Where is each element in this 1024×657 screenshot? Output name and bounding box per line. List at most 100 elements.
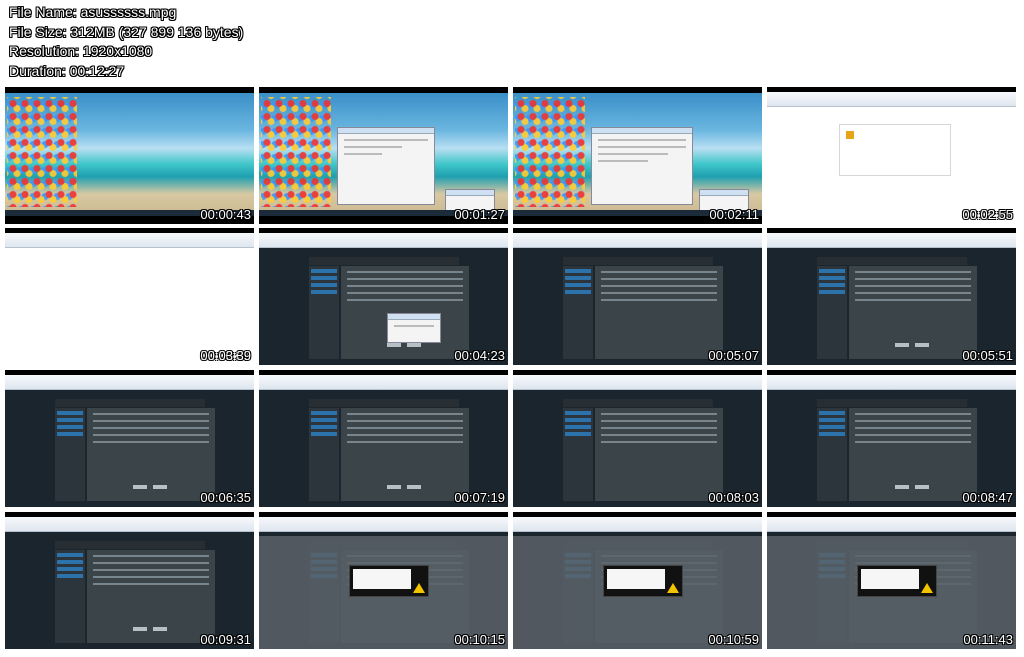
dialog-window xyxy=(591,127,693,205)
alert-box xyxy=(349,565,429,597)
router-main-panel xyxy=(87,550,215,643)
router-header xyxy=(309,257,459,265)
timestamp: 00:08:47 xyxy=(962,490,1013,505)
router-sidebar xyxy=(817,408,847,501)
browser-toolbar xyxy=(767,233,1016,248)
video-thumbnail: 00:09:31 xyxy=(5,512,254,649)
timestamp: 00:06:35 xyxy=(200,490,251,505)
router-admin-page xyxy=(513,233,762,365)
router-main-panel xyxy=(849,266,977,359)
video-thumbnail: 00:08:03 xyxy=(513,370,762,507)
back-button[interactable] xyxy=(133,627,147,631)
next-button[interactable] xyxy=(407,485,421,489)
router-admin-page xyxy=(513,517,762,649)
browser-window xyxy=(767,92,1016,224)
router-admin-page xyxy=(259,517,508,649)
video-thumbnail: 00:03:39 xyxy=(5,228,254,365)
video-thumbnail: 00:00:43 xyxy=(5,87,254,224)
next-button[interactable] xyxy=(153,485,167,489)
timestamp: 00:10:15 xyxy=(454,632,505,647)
router-sidebar xyxy=(55,408,85,501)
timestamp: 00:05:07 xyxy=(708,348,759,363)
browser-toolbar xyxy=(513,375,762,390)
router-sidebar xyxy=(309,266,339,359)
router-sidebar xyxy=(309,408,339,501)
thumbnail-grid: 00:00:43 00:01:27 00:02:11 00:02:55 00:03:39… xyxy=(5,87,1019,649)
alert-box xyxy=(603,565,683,597)
router-admin-page xyxy=(259,233,508,365)
dialog-window xyxy=(337,127,435,205)
file-info: File Name: asussssss.mpg File Size: 312M… xyxy=(9,3,243,81)
router-header xyxy=(817,257,967,265)
back-button[interactable] xyxy=(895,485,909,489)
browser-window xyxy=(5,233,254,365)
desktop-wallpaper xyxy=(5,93,254,216)
warning-icon xyxy=(413,583,425,593)
timestamp: 00:08:03 xyxy=(708,490,759,505)
desktop-icons xyxy=(261,97,331,207)
router-admin-page xyxy=(767,233,1016,365)
video-thumbnail: 00:04:23 xyxy=(259,228,508,365)
connection-error-card xyxy=(839,124,951,176)
video-thumbnail: 00:10:15 xyxy=(259,512,508,649)
video-thumbnail: 00:02:11 xyxy=(513,87,762,224)
timestamp: 00:01:27 xyxy=(454,207,505,222)
alert-box xyxy=(857,565,937,597)
video-thumbnail: 00:02:55 xyxy=(767,87,1016,224)
router-header xyxy=(817,399,967,407)
router-sidebar xyxy=(55,550,85,643)
browser-toolbar xyxy=(5,233,254,248)
warning-icon xyxy=(667,583,679,593)
router-sidebar xyxy=(563,408,593,501)
video-thumbnail: 00:08:47 xyxy=(767,370,1016,507)
router-admin-page xyxy=(513,375,762,507)
router-admin-page xyxy=(259,375,508,507)
router-header xyxy=(309,399,459,407)
browser-toolbar xyxy=(259,233,508,248)
timestamp: 00:05:51 xyxy=(962,348,1013,363)
popup-dialog xyxy=(387,313,441,343)
next-button[interactable] xyxy=(915,485,929,489)
router-header xyxy=(563,257,713,265)
warning-icon xyxy=(921,583,933,593)
file-name: File Name: asussssss.mpg xyxy=(9,4,177,20)
router-admin-page xyxy=(767,375,1016,507)
browser-toolbar xyxy=(513,517,762,532)
back-button[interactable] xyxy=(387,343,401,347)
timestamp: 00:11:43 xyxy=(963,632,1013,647)
desktop-icons xyxy=(515,97,585,207)
browser-toolbar xyxy=(259,375,508,390)
resolution: Resolution: 1920x1080 xyxy=(9,43,153,59)
timestamp: 00:02:11 xyxy=(709,207,759,222)
back-button[interactable] xyxy=(387,485,401,489)
timestamp: 00:02:55 xyxy=(962,207,1013,222)
video-thumbnail: 00:07:19 xyxy=(259,370,508,507)
timestamp: 00:00:43 xyxy=(200,207,251,222)
back-button[interactable] xyxy=(133,485,147,489)
timestamp: 00:09:31 xyxy=(200,632,251,647)
video-thumbnail: 00:10:59 xyxy=(513,512,762,649)
router-main-panel xyxy=(87,408,215,501)
browser-toolbar xyxy=(5,517,254,532)
router-sidebar xyxy=(563,266,593,359)
desktop-wallpaper xyxy=(259,93,508,216)
file-size: File Size: 312MB (327 899 136 bytes) xyxy=(9,23,244,40)
router-sidebar xyxy=(817,266,847,359)
video-thumbnail: 00:05:07 xyxy=(513,228,762,365)
duration: Duration: 00:12:27 xyxy=(9,62,125,79)
next-button[interactable] xyxy=(407,343,421,347)
router-main-panel xyxy=(849,408,977,501)
router-main-panel xyxy=(341,408,469,501)
browser-toolbar xyxy=(5,375,254,390)
router-admin-page xyxy=(5,517,254,649)
browser-toolbar xyxy=(259,517,508,532)
browser-toolbar xyxy=(767,517,1016,532)
video-thumbnail: 00:11:43 xyxy=(767,512,1016,649)
desktop-icons xyxy=(7,97,77,207)
next-button[interactable] xyxy=(153,627,167,631)
browser-toolbar xyxy=(513,233,762,248)
video-thumbnail: 00:06:35 xyxy=(5,370,254,507)
router-header xyxy=(563,399,713,407)
back-button[interactable] xyxy=(895,343,909,347)
next-button[interactable] xyxy=(915,343,929,347)
